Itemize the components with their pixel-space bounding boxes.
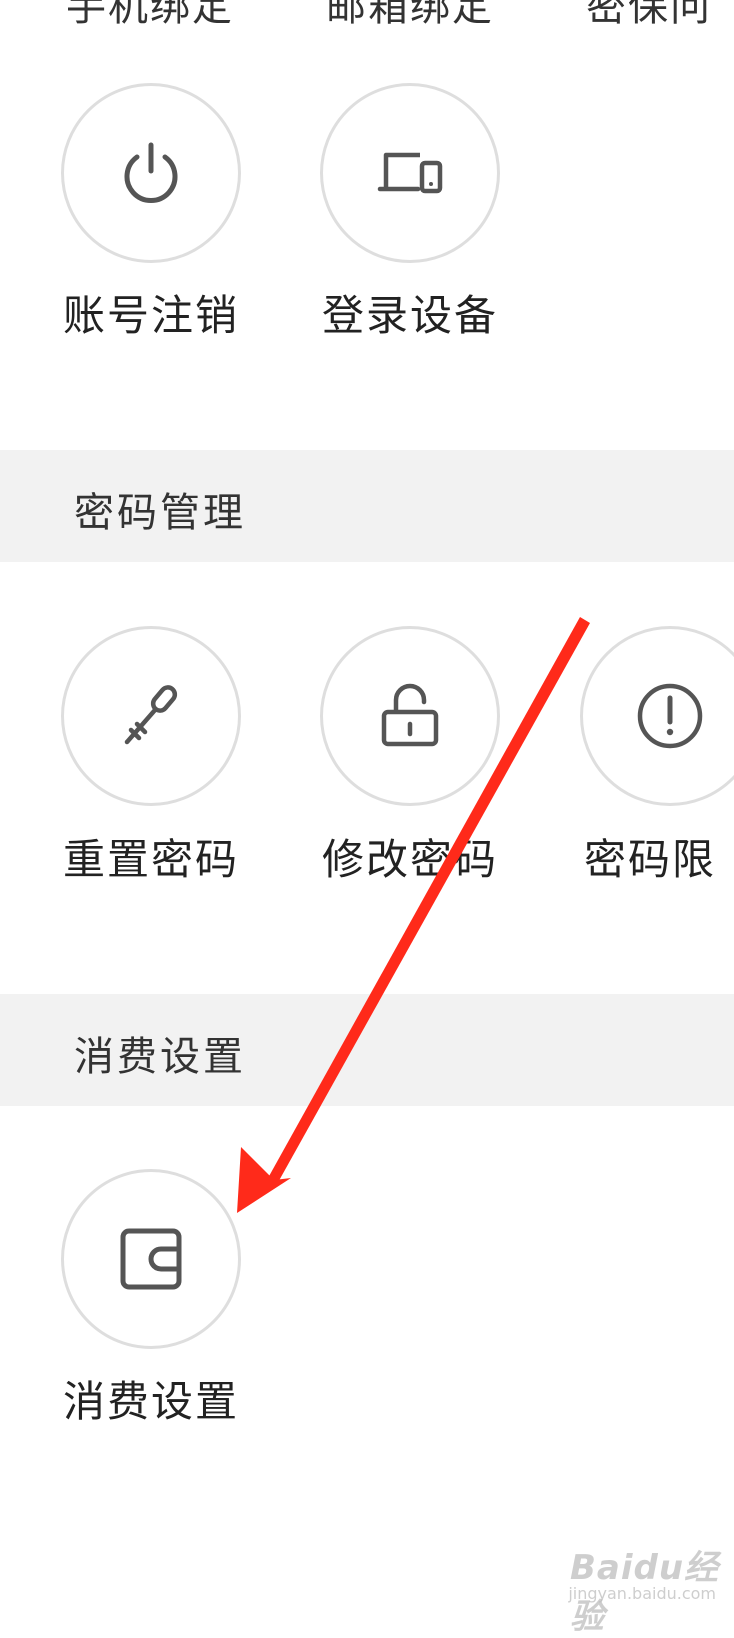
reset-password-label: 重置密码 bbox=[62, 835, 239, 884]
alert-circle-icon bbox=[637, 683, 703, 749]
wallet-icon bbox=[120, 1228, 182, 1290]
reset-password-button[interactable] bbox=[61, 626, 241, 806]
account-cancel-label: 账号注销 bbox=[62, 291, 239, 340]
login-devices-button[interactable] bbox=[320, 83, 500, 263]
consumption-settings-label: 消费设置 bbox=[62, 1377, 239, 1426]
power-icon bbox=[124, 142, 178, 203]
lock-icon bbox=[381, 683, 439, 747]
password-section-title: 密码管理 bbox=[74, 490, 246, 536]
devices-icon bbox=[377, 152, 443, 194]
top-label-security-question[interactable]: 密保问 bbox=[570, 0, 734, 32]
baidu-jingyan-watermark: Baidu经验 jingyan.baidu.com bbox=[568, 1540, 720, 1637]
consumption-section-title: 消费设置 bbox=[74, 1034, 246, 1080]
login-devices-label: 登录设备 bbox=[321, 291, 498, 340]
change-password-label: 修改密码 bbox=[321, 835, 498, 884]
key-icon bbox=[124, 685, 178, 745]
account-cancel-button[interactable] bbox=[61, 83, 241, 263]
watermark-url: jingyan.baidu.com bbox=[568, 1584, 716, 1603]
password-limit-button[interactable] bbox=[580, 626, 734, 806]
top-label-phone-binding[interactable]: 手机绑定 bbox=[50, 0, 250, 32]
password-limit-label: 密码限 bbox=[584, 835, 717, 884]
password-section-header: 密码管理 bbox=[0, 450, 734, 562]
consumption-section-header: 消费设置 bbox=[0, 994, 734, 1106]
arrow-head bbox=[237, 1147, 291, 1213]
consumption-settings-button[interactable] bbox=[61, 1169, 241, 1349]
top-label-email-binding[interactable]: 邮箱绑定 bbox=[310, 0, 510, 32]
change-password-button[interactable] bbox=[320, 626, 500, 806]
